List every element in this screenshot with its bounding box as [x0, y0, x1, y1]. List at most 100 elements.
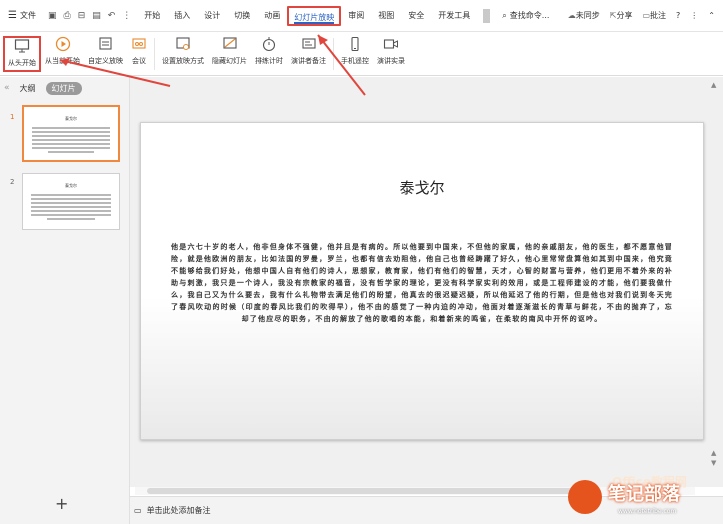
slide-thumbnail[interactable]: 泰戈尔: [22, 105, 120, 162]
meeting-button[interactable]: 会议: [127, 36, 151, 74]
slide-number: 1: [10, 113, 15, 121]
slide-title[interactable]: 泰戈尔: [141, 177, 703, 198]
phone-icon: [347, 36, 363, 52]
tab-home[interactable]: 开始: [137, 6, 167, 26]
hide-slide-button[interactable]: 隐藏幻灯片: [208, 36, 251, 74]
rehearse-button[interactable]: 排练计时: [251, 36, 287, 74]
tab-transition[interactable]: 切换: [227, 6, 257, 26]
share-button[interactable]: ⇱分享: [610, 10, 633, 21]
slide-editor[interactable]: 泰戈尔 他是六七十岁的老人，他非但身体不强健，他并且是有病的。所以他要到中国来，…: [140, 122, 704, 440]
add-slide-button[interactable]: +: [55, 494, 68, 513]
tab-outline[interactable]: 大纲: [20, 83, 36, 94]
hide-slide-label: 隐藏幻灯片: [212, 57, 247, 65]
notes-placeholder: 单击此处添加备注: [146, 506, 211, 515]
monitor-play-icon: [14, 38, 30, 54]
undo-icon[interactable]: ↶: [108, 11, 116, 21]
tab-slides[interactable]: 幻灯片: [45, 81, 82, 95]
scroll-down-icon[interactable]: ▼: [711, 459, 716, 467]
share-label: 分享: [616, 11, 633, 20]
slide-number: 2: [10, 178, 15, 186]
record-label: 演讲实录: [377, 57, 405, 65]
sync-button[interactable]: ☁未同步: [568, 10, 600, 21]
meeting-icon: [131, 36, 147, 52]
custom-show-button[interactable]: 自定义放映: [84, 36, 127, 74]
watermark-brand: 笔记部落: [608, 484, 680, 505]
command-search[interactable]: ⌕ 查找命令...: [496, 10, 555, 21]
setup-show-label: 设置放映方式: [162, 57, 204, 65]
quick-access-toolbar: ▣ ⎙ ⊟ ▤ ↶ ⋮: [42, 11, 137, 21]
sync-label: 未同步: [575, 11, 600, 20]
slide-thumbnail[interactable]: 泰戈尔: [22, 173, 120, 230]
top-right-actions: ☁未同步 ⇱分享 ▭批注 ? ⋮ ⌃: [568, 10, 723, 21]
tab-view[interactable]: 视图: [371, 6, 401, 26]
cloud-icon: ☁: [567, 11, 576, 20]
ribbon: 从头开始 从当前开始 自定义放映 会议 设置放映方式 隐藏幻灯片 排练计时 演讲…: [0, 32, 723, 76]
notes-icon: ▭: [134, 506, 142, 515]
more-icon[interactable]: ⋮: [690, 11, 698, 20]
menu-bar: ☰ 文件 ▣ ⎙ ⊟ ▤ ↶ ⋮ 开始 插入 设计 切换 动画 幻灯片放映 审阅…: [0, 0, 723, 32]
tab-developer[interactable]: 开发工具: [431, 6, 477, 26]
redo-icon[interactable]: ⋮: [122, 11, 131, 21]
video-camera-icon: [383, 36, 399, 52]
phone-remote-label: 手机遥控: [341, 57, 369, 65]
custom-show-label: 自定义放映: [88, 57, 123, 65]
save-icon[interactable]: ▣: [48, 11, 57, 21]
custom-show-icon: [98, 36, 114, 52]
rehearse-label: 排练计时: [255, 57, 283, 65]
from-current-button[interactable]: 从当前开始: [41, 36, 84, 74]
export-pdf-icon[interactable]: ▤: [92, 11, 101, 21]
collapse-panel-icon[interactable]: «: [4, 83, 10, 93]
ribbon-divider: [333, 38, 334, 70]
meeting-label: 会议: [132, 57, 146, 65]
presenter-notes-button[interactable]: 演讲者备注: [287, 36, 330, 74]
setup-show-icon: [175, 36, 191, 52]
record-button[interactable]: 演讲实录: [373, 36, 409, 74]
tab-slideshow[interactable]: 幻灯片放映: [287, 5, 342, 26]
tab-insert[interactable]: 插入: [167, 6, 197, 26]
slides-panel: « 大纲 幻灯片 1 泰戈尔 2 泰戈尔: [0, 77, 130, 524]
watermark-url: www.notetribe.com: [618, 508, 677, 515]
setup-show-button[interactable]: 设置放映方式: [158, 36, 208, 74]
ribbon-divider: [154, 38, 155, 70]
thumbnail-text-lines: [31, 194, 111, 220]
file-menu[interactable]: ☰ 文件: [0, 0, 42, 31]
play-circle-icon: [55, 36, 71, 52]
tab-overflow-button[interactable]: [483, 8, 491, 23]
stopwatch-icon: [261, 36, 277, 52]
thumbnail-title: 泰戈尔: [65, 183, 77, 188]
search-icon: ⌕: [502, 10, 507, 20]
vertical-scrollbar[interactable]: ▲ ▲ ▼: [707, 77, 723, 487]
scrollbar-thumb[interactable]: [147, 488, 587, 494]
help-button[interactable]: ?: [676, 11, 680, 20]
tab-design[interactable]: 设计: [197, 6, 227, 26]
tab-security[interactable]: 安全: [401, 6, 431, 26]
thumbnail-title: 泰戈尔: [65, 116, 77, 121]
presenter-notes-label: 演讲者备注: [291, 57, 326, 65]
hamburger-icon: ☰: [8, 10, 17, 21]
slide-canvas: 泰戈尔 他是六七十岁的老人，他非但身体不强健，他并且是有病的。所以他要到中国来，…: [130, 77, 723, 487]
print-preview-icon[interactable]: ⎙: [63, 11, 70, 21]
from-start-button[interactable]: 从头开始: [3, 36, 41, 72]
comment-label: 批注: [650, 11, 667, 20]
watermark: Office教程网 笔记部落 www.notetribe.com: [560, 470, 723, 524]
watermark-logo: [568, 480, 602, 514]
scroll-up-icon[interactable]: ▲: [711, 81, 716, 89]
command-search-label: 查找命令...: [509, 11, 550, 20]
presenter-notes-icon: [301, 36, 317, 52]
from-current-label: 从当前开始: [45, 57, 80, 65]
hide-slide-icon: [222, 36, 238, 52]
thumbnail-text-lines: [32, 127, 110, 153]
from-start-label: 从头开始: [8, 59, 36, 67]
print-icon[interactable]: ⊟: [78, 11, 86, 21]
collapse-ribbon-icon[interactable]: ⌃: [708, 11, 715, 20]
comment-button[interactable]: ▭批注: [642, 10, 666, 21]
tab-slideshow-label: 幻灯片放映: [294, 12, 335, 24]
scroll-top-icon[interactable]: ▲: [711, 449, 716, 457]
comment-icon: ▭: [642, 11, 651, 20]
phone-remote-button[interactable]: 手机遥控: [337, 36, 373, 74]
slide-body-text[interactable]: 他是六七十岁的老人，他非但身体不强健，他并且是有病的。所以他要到中国来，不但他的…: [171, 241, 673, 325]
file-menu-label: 文件: [19, 11, 36, 20]
panel-tabs: « 大纲 幻灯片: [0, 77, 129, 99]
tab-review[interactable]: 审阅: [341, 6, 371, 26]
tab-animation[interactable]: 动画: [257, 6, 287, 26]
